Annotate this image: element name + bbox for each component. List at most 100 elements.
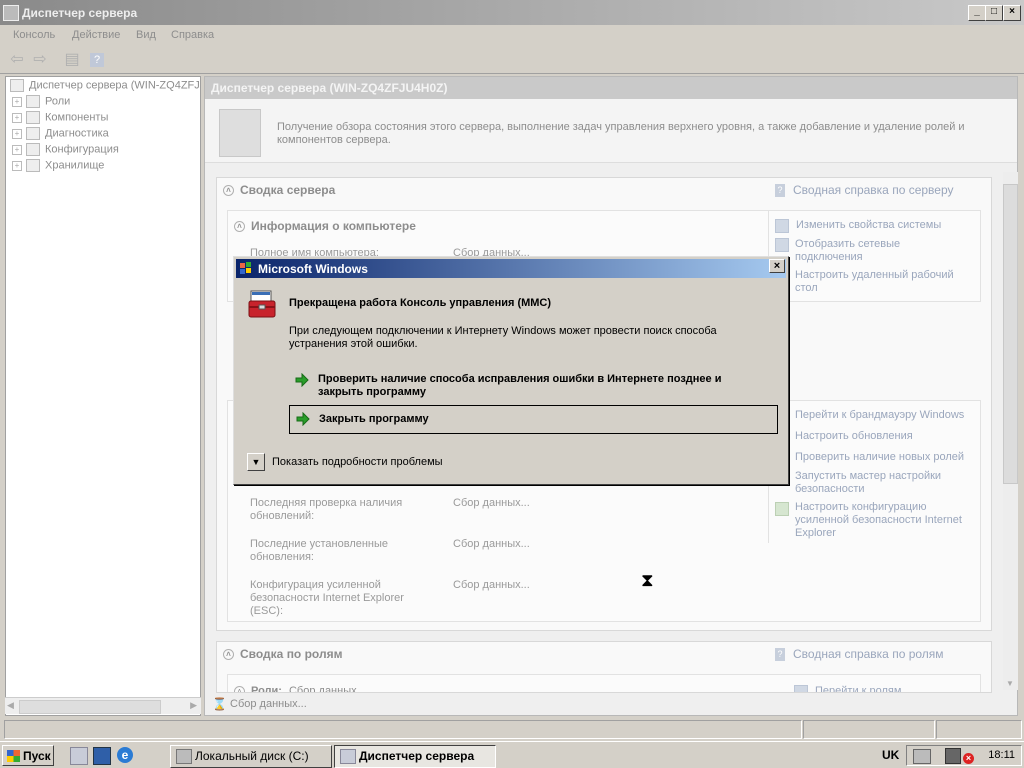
navigation-tree: Диспетчер сервера (WIN-ZQ4ZFJ + Роли + Ком… — [5, 76, 201, 716]
storage-icon — [26, 159, 40, 172]
server-summary-help-link[interactable]: ? Сводная справка по серверу — [775, 183, 954, 198]
security-wizard-link[interactable]: Запустить мастер настройки безопасности — [795, 470, 965, 496]
change-system-properties-link[interactable]: Изменить свойства системы — [775, 219, 975, 233]
internet-explorer-icon[interactable]: e — [117, 747, 133, 763]
close-program-option[interactable]: Закрыть программу — [289, 405, 778, 434]
dialog-close-button[interactable]: × — [769, 259, 785, 273]
green-arrow-icon — [295, 373, 309, 387]
roles-summary-help-link[interactable]: ? Сводная справка по ролям — [775, 647, 944, 662]
ie-esc-value: Сбор данных... — [453, 579, 530, 591]
windows-flag-icon — [240, 262, 251, 274]
tree-root[interactable]: Диспетчер сервера (WIN-ZQ4ZFJ — [10, 79, 200, 95]
collapse-icon[interactable]: ˄ — [234, 685, 245, 692]
server-manager-icon — [340, 749, 356, 764]
taskbar-item-server-manager[interactable]: Диспетчер сервера — [334, 745, 496, 768]
scroll-thumb[interactable] — [1003, 184, 1018, 484]
taskbar-item-local-disk[interactable]: Локальный диск (C:) — [170, 745, 332, 768]
server-icon — [10, 79, 24, 92]
scroll-down-icon[interactable]: ▼ — [1006, 679, 1014, 688]
dialog-heading: Прекращена работа Консоль управления (MM… — [289, 297, 552, 309]
tree-item-configuration[interactable]: + Конфигурация — [12, 143, 119, 159]
status-bar — [0, 717, 1024, 739]
network-error-icon[interactable]: × — [963, 753, 974, 764]
start-button[interactable]: Пуск — [2, 745, 54, 766]
start-label: Пуск — [23, 749, 51, 763]
computer-info-header[interactable]: ˄ Информация о компьютере — [234, 219, 416, 233]
show-hide-tree-icon[interactable]: ▤ — [62, 50, 82, 70]
last-installed-updates-value: Сбор данных... — [453, 538, 530, 550]
show-desktop-icon[interactable] — [93, 747, 111, 765]
green-arrow-icon — [296, 412, 310, 426]
restore-button[interactable]: □ — [985, 5, 1003, 21]
windows-logo-icon — [7, 750, 20, 762]
show-details-label[interactable]: Показать подробности проблемы — [272, 456, 443, 468]
help-icon[interactable]: ? — [90, 53, 104, 67]
busy-cursor-icon: ⧗ — [641, 570, 654, 590]
configuration-icon — [26, 143, 40, 156]
system-properties-icon — [775, 219, 789, 233]
configure-ie-esc-link[interactable]: Настроить конфигурацию усиленной безопас… — [795, 501, 975, 540]
expand-icon[interactable]: + — [12, 160, 22, 171]
menu-action[interactable]: Действие — [72, 29, 120, 41]
view-network-connections-link[interactable]: Отобразить сетевые подключения — [775, 238, 915, 264]
check-new-roles-link[interactable]: Проверить наличие новых ролей — [795, 451, 980, 463]
server-manager-quicklaunch-icon[interactable] — [70, 747, 88, 765]
tree-item-roles[interactable]: + Роли — [12, 95, 70, 111]
computer-info-title: Информация о компьютере — [251, 219, 416, 233]
task-label: Локальный диск (C:) — [195, 749, 309, 763]
collapse-icon[interactable]: ˄ — [223, 649, 234, 661]
keyboard-icon[interactable] — [913, 749, 931, 764]
security-tasks: Перейти к брандмауэру Windows Настроить … — [768, 401, 982, 543]
roles-row[interactable]: ˄ Роли: Сбор данных — [234, 685, 357, 693]
scroll-thumb[interactable] — [19, 700, 161, 714]
content-status: ⌛ Сбор данных... — [208, 697, 998, 713]
ie-esc-icon — [775, 502, 796, 516]
expand-icon[interactable]: + — [12, 112, 22, 123]
network-icon[interactable] — [945, 748, 961, 764]
window-titlebar[interactable]: Диспетчер сервера _ □ × — [0, 0, 1024, 25]
windows-firewall-link[interactable]: Перейти к брандмауэру Windows — [795, 409, 980, 421]
scroll-right-icon[interactable]: ▶ — [190, 700, 197, 711]
expand-icon[interactable]: + — [12, 144, 22, 155]
help-icon: ? — [775, 184, 785, 198]
back-arrow-icon[interactable]: ⇦ — [7, 50, 27, 70]
tree-item-diagnostics[interactable]: + Диагностика — [12, 127, 109, 143]
content-vertical-scrollbar[interactable]: ▼ — [1003, 172, 1018, 690]
roles-icon — [794, 685, 808, 692]
go-to-roles-link[interactable]: Перейти к ролям — [794, 685, 901, 692]
collapse-icon[interactable]: ˄ — [234, 221, 245, 233]
show-details-toggle[interactable]: ▼ — [247, 453, 265, 471]
tree-item-storage[interactable]: + Хранилище — [12, 159, 104, 175]
last-update-check-value: Сбор данных... — [453, 497, 530, 509]
scroll-left-icon[interactable]: ◀ — [7, 700, 14, 711]
configure-remote-desktop-link[interactable]: Настроить удаленный рабочий стол — [775, 269, 955, 295]
status-pane-main — [4, 720, 802, 739]
collapse-icon[interactable]: ˄ — [223, 185, 234, 197]
tree-item-features[interactable]: + Компоненты — [12, 111, 108, 127]
forward-arrow-icon[interactable]: ⇨ — [30, 50, 50, 70]
dialog-titlebar[interactable]: Microsoft Windows — [236, 259, 786, 278]
status-pane-3 — [936, 720, 1022, 739]
minimize-button[interactable]: _ — [968, 5, 986, 21]
server-summary-title: Сводка сервера — [240, 183, 336, 197]
drive-icon — [176, 749, 192, 764]
menu-view[interactable]: Вид — [136, 29, 156, 41]
tree-horizontal-scrollbar[interactable]: ◀ ▶ — [5, 697, 201, 714]
server-large-icon — [219, 109, 261, 157]
toolbar: ⇦ ⇨ ▤ ? — [0, 46, 1024, 74]
menu-bar: Консоль Действие Вид Справка — [0, 25, 1024, 46]
roles-summary-header[interactable]: ˄ Сводка по ролям — [223, 647, 342, 669]
check-online-later-option[interactable]: Проверить наличие способа исправления ош… — [289, 370, 779, 400]
language-indicator[interactable]: UK — [876, 745, 904, 766]
clock[interactable]: 18:11 — [988, 749, 1015, 761]
roles-label: Роли: — [251, 685, 282, 693]
menu-console[interactable]: Консоль — [13, 29, 55, 41]
server-manager-icon — [3, 5, 19, 21]
menu-help[interactable]: Справка — [171, 29, 214, 41]
expand-icon[interactable]: + — [12, 96, 22, 107]
expand-icon[interactable]: + — [12, 128, 22, 139]
dialog-title: Microsoft Windows — [258, 262, 368, 276]
close-button[interactable]: × — [1003, 5, 1021, 21]
check-online-later-label: Проверить наличие способа исправления ош… — [318, 373, 722, 398]
configure-updates-link[interactable]: Настроить обновления — [795, 430, 980, 442]
